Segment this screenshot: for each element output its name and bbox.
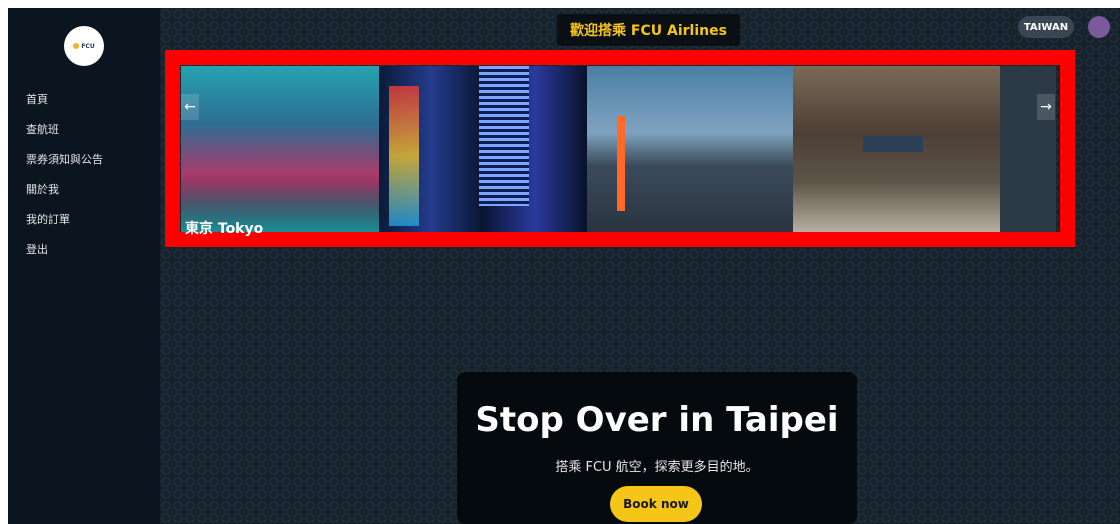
destination-carousel[interactable] [181,66,1056,232]
slide-next-preview [999,66,1056,232]
main-content: 歡迎搭乘 FCU Airlines TAIWAN ← → 東京 Tokyo St… [160,8,1120,524]
promo-subtitle: 搭乘 FCU 航空，探索更多目的地。 [555,460,759,475]
user-avatar[interactable] [1088,16,1110,38]
sidebar-item-logout[interactable]: 登出 [8,240,121,270]
sidebar-item-home[interactable]: 首頁 [8,90,121,120]
sidebar-item-search-flights[interactable]: 查航班 [8,120,121,150]
sidebar-item-ticket-notice[interactable]: 票券須知與公告 [8,150,121,180]
welcome-banner: 歡迎搭乘 FCU Airlines [557,14,740,46]
book-now-button[interactable]: Book now [610,486,702,522]
carousel-caption: 東京 Tokyo [185,221,264,237]
promo-card: Stop Over in Taipei 搭乘 FCU 航空，探索更多目的地。 B… [457,372,857,524]
logo-text: FCU [81,42,95,50]
slide-tokyo-tower [587,66,794,232]
fcu-logo[interactable]: FCU [64,26,104,66]
sidebar-item-my-orders[interactable]: 我的訂單 [8,210,121,240]
logo-dot-icon [73,43,80,49]
sidebar-nav: 首頁 查航班 票券須知與公告 關於我 我的訂單 登出 [8,90,121,270]
app-window: FCU 首頁 查航班 票券須知與公告 關於我 我的訂單 登出 歡迎搭乘 FCU … [8,8,1120,524]
promo-title: Stop Over in Taipei [475,400,839,440]
carousel-next-icon[interactable]: → [1037,94,1055,120]
slide-tokyo-street [181,66,380,232]
sidebar: FCU 首頁 查航班 票券須知與公告 關於我 我的訂單 登出 [8,8,160,524]
slide-japanese-shop [793,66,1000,232]
region-button[interactable]: TAIWAN [1018,16,1074,38]
slide-neon-signs [379,66,588,232]
sidebar-item-about[interactable]: 關於我 [8,180,121,210]
carousel-prev-icon[interactable]: ← [181,94,199,120]
